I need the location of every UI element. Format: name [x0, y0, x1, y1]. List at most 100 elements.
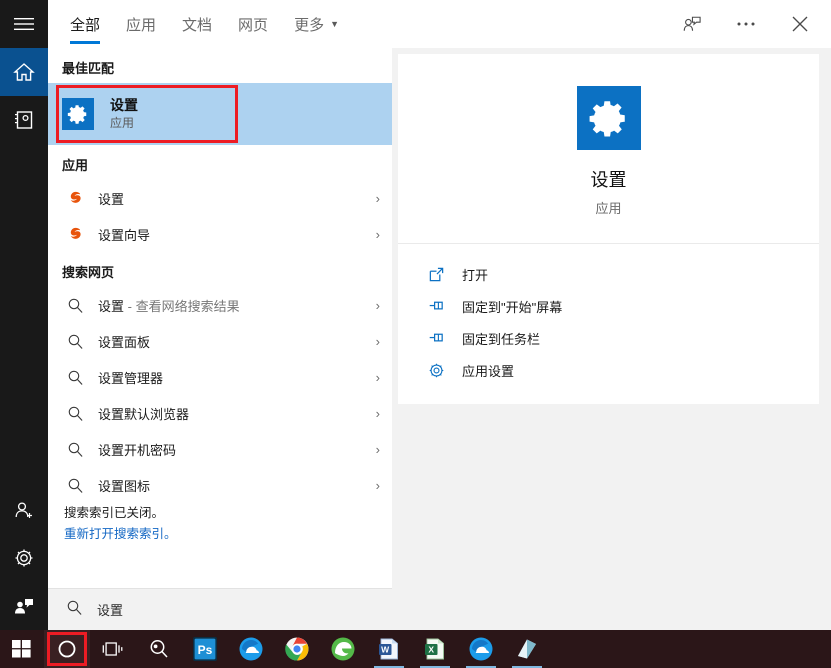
best-match-subtitle: 应用 [110, 116, 135, 131]
chevron-right-icon[interactable]: › [376, 370, 380, 385]
tab-documents-label: 文档 [182, 16, 213, 34]
search-icon [64, 333, 86, 350]
open-action[interactable]: 打开 [398, 258, 819, 290]
task-view-icon[interactable] [90, 630, 136, 668]
preview-title: 设置 [590, 170, 627, 190]
tab-apps[interactable]: 应用 [126, 0, 156, 48]
list-item[interactable]: 设置开机密码 › [48, 431, 392, 467]
search-index-notice: 搜索索引已关闭。 重新打开搜索索引。 [48, 503, 392, 560]
sogou-s-icon [64, 225, 86, 243]
taskbar: Ps W X [0, 630, 831, 668]
list-item-query: 设置 [98, 298, 125, 314]
preview-titlebar [392, 0, 831, 48]
preview-subtitle: 应用 [595, 201, 622, 216]
svg-text:Ps: Ps [198, 643, 213, 657]
best-match-row[interactable]: 设置 应用 [48, 83, 392, 145]
ie-edge-icon[interactable] [320, 630, 366, 668]
settings-gear-icon [62, 98, 94, 130]
app-settings-action[interactable]: 应用设置 [398, 354, 819, 386]
pin-icon [426, 330, 446, 347]
chevron-right-icon[interactable]: › [376, 298, 380, 313]
chevron-right-icon[interactable]: › [376, 334, 380, 349]
list-item-label: 设置面板 [98, 334, 151, 350]
search-index-notice-text: 搜索索引已关闭。 [64, 506, 165, 520]
search-flyout: 全部 应用 文档 网页 更多 ▼ 最佳匹配 设置 应用 应用 设置 › 设置向导… [0, 0, 831, 630]
tab-documents[interactable]: 文档 [182, 0, 212, 48]
search-input-value: 设置 [97, 603, 124, 618]
tab-more-label: 更多 [294, 16, 325, 34]
list-item[interactable]: 设置管理器 › [48, 359, 392, 395]
list-item[interactable]: 设置 - 查看网络搜索结果 › [48, 287, 392, 323]
web-search-heading: 搜索网页 [62, 265, 115, 280]
search-icon [64, 441, 86, 458]
list-item-label: 设置 - 查看网络搜索结果 [98, 296, 376, 315]
preview-card: 设置 应用 打开 固定到"开始"屏幕 固定到任务栏 应用设置 [398, 54, 819, 404]
preview-hero: 设置 应用 [398, 54, 819, 244]
app-settings-label: 应用设置 [462, 363, 515, 379]
best-match-texts: 设置 应用 [110, 97, 138, 132]
search-icon [64, 369, 86, 386]
chevron-right-icon[interactable]: › [376, 406, 380, 421]
results-scroll-area: 最佳匹配 设置 应用 应用 设置 › 设置向导 › 搜索网页 设置 - 查看网络… [48, 48, 392, 588]
search-icon [64, 297, 86, 314]
chevron-right-icon[interactable]: › [376, 478, 380, 493]
pin-to-taskbar-label: 固定到任务栏 [462, 331, 541, 347]
feedback-person-icon[interactable] [677, 9, 707, 39]
list-item[interactable]: 设置图标 › [48, 467, 392, 503]
left-icon-rail [0, 0, 48, 630]
chevron-right-icon[interactable]: › [376, 442, 380, 457]
sidebar-item-home[interactable] [0, 48, 48, 96]
hamburger-menu-icon[interactable] [0, 0, 48, 48]
tab-all-label: 全部 [70, 16, 101, 34]
svg-text:W: W [381, 644, 390, 654]
tab-web-label: 网页 [238, 16, 269, 34]
search-icon [64, 477, 86, 494]
gear-icon [426, 362, 446, 379]
pin-to-taskbar-action[interactable]: 固定到任务栏 [398, 322, 819, 354]
list-item[interactable]: 设置面板 › [48, 323, 392, 359]
sogou-s-icon [64, 189, 86, 207]
list-item-label: 设置默认浏览器 [98, 406, 190, 422]
account-person-add-icon[interactable] [0, 486, 48, 534]
feedback-icon[interactable] [0, 582, 48, 630]
list-item[interactable]: 设置默认浏览器 › [48, 395, 392, 431]
close-icon[interactable] [785, 9, 815, 39]
best-match-title: 设置 [110, 96, 138, 113]
list-item-label: 设置管理器 [98, 370, 164, 386]
pin-to-start-action[interactable]: 固定到"开始"屏幕 [398, 290, 819, 322]
settings-gear-icon[interactable] [0, 534, 48, 582]
pin-to-start-label: 固定到"开始"屏幕 [462, 299, 563, 315]
search-input[interactable]: 设置 [48, 588, 392, 630]
list-item-suffix: - 查看网络搜索结果 [124, 298, 240, 314]
tab-more[interactable]: 更多 ▼ [294, 0, 339, 48]
preview-action-list: 打开 固定到"开始"屏幕 固定到任务栏 应用设置 [398, 244, 819, 404]
list-item-label: 设置开机密码 [98, 442, 177, 458]
filter-tab-bar: 全部 应用 文档 网页 更多 ▼ [48, 0, 392, 48]
chevron-right-icon[interactable]: › [376, 191, 380, 206]
pin-icon [426, 298, 446, 315]
cloud-blue-2-icon[interactable] [458, 630, 504, 668]
more-ellipsis-icon[interactable] [731, 9, 761, 39]
tab-web[interactable]: 网页 [238, 0, 268, 48]
open-action-label: 打开 [462, 267, 489, 283]
search-magnifier-icon[interactable] [136, 630, 182, 668]
chrome-icon[interactable] [274, 630, 320, 668]
reopen-search-index-link[interactable]: 重新打开搜索索引。 [64, 524, 392, 545]
chevron-right-icon[interactable]: › [376, 227, 380, 242]
windows-search-screen: 全部 应用 文档 网页 更多 ▼ 最佳匹配 设置 应用 应用 设置 › 设置向导… [0, 0, 831, 668]
list-item[interactable]: 设置 › [48, 180, 392, 216]
list-item-label: 设置向导 [98, 227, 151, 243]
cloud-blue-icon[interactable] [228, 630, 274, 668]
cortana-circle-icon[interactable] [44, 630, 90, 668]
notebook-app-icon[interactable] [504, 630, 550, 668]
photoshop-icon[interactable]: Ps [182, 630, 228, 668]
tab-all[interactable]: 全部 [70, 0, 101, 48]
windows-start-icon[interactable] [0, 630, 44, 668]
sidebar-item-notebook[interactable] [0, 96, 48, 144]
open-external-icon [426, 266, 446, 283]
list-item[interactable]: 设置向导 › [48, 216, 392, 252]
excel-icon[interactable]: X [412, 630, 458, 668]
list-item-label: 设置图标 [98, 478, 151, 494]
word-icon[interactable]: W [366, 630, 412, 668]
tab-apps-label: 应用 [126, 16, 157, 34]
